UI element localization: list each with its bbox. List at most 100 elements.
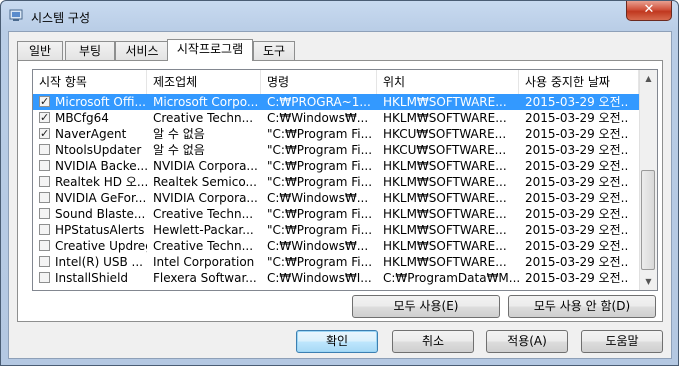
cell-location: HKLM₩SOFTWARE...	[383, 95, 507, 109]
cell-location: HKLM₩SOFTWARE...	[383, 191, 507, 205]
cell-command: C:₩Windows₩...	[267, 111, 369, 125]
cell-manufacturer: 알 수 없음	[153, 127, 205, 141]
cell-startup-item: NVIDIA Backe...	[55, 159, 147, 173]
table-row[interactable]: Microsoft Offi... Microsoft Corpo... C:₩PR…	[33, 94, 639, 110]
cell-startup-item: HPStatusAlerts	[55, 223, 145, 237]
cell-date-disabled: 2015-03-29 오전...	[525, 223, 629, 237]
tab-general[interactable]: 일반	[17, 41, 63, 60]
column-header-location[interactable]: 위치	[377, 70, 519, 94]
cell-location: HKLM₩SOFTWARE...	[383, 223, 507, 237]
tab-startup[interactable]: 시작프로그램	[167, 39, 253, 61]
cell-startup-item: Creative Updreg	[55, 239, 147, 253]
column-header-command[interactable]: 명령	[261, 70, 377, 94]
row-checkbox[interactable]	[39, 94, 50, 110]
row-checkbox[interactable]	[39, 160, 50, 171]
cell-location: HKLM₩SOFTWARE...	[383, 255, 507, 269]
tab-services[interactable]: 서비스	[115, 41, 169, 60]
cell-manufacturer: Intel Corporation	[153, 255, 255, 269]
table-row[interactable]: InstallShield Flexera Softwar... C:₩Window…	[33, 270, 639, 286]
cell-startup-item: NVIDIA GeFor...	[55, 191, 147, 205]
column-header-startup-item[interactable]: 시작 항목	[33, 70, 147, 94]
msconfig-app-icon	[9, 9, 23, 21]
table-row[interactable]: NtoolsUpdater 알 수 없음 "C:₩Program Fi... HKCU…	[33, 142, 639, 158]
table-row[interactable]: NVIDIA Backe... NVIDIA Corpora... "C:₩Prog…	[33, 158, 639, 174]
table-row[interactable]: MBCfg64 Creative Techn... C:₩Windows₩... HK…	[33, 110, 639, 126]
cell-manufacturer: NVIDIA Corpora...	[153, 191, 258, 205]
column-header-manufacturer[interactable]: 제조업체	[147, 70, 261, 94]
table-row[interactable]: NaverAgent 알 수 없음 "C:₩Program Fi... HKCU₩SO…	[33, 126, 639, 142]
tab-tools[interactable]: 도구	[253, 41, 295, 60]
cell-manufacturer: Realtek Semico...	[153, 175, 257, 189]
cancel-button[interactable]: 취소	[392, 330, 474, 353]
row-checkbox[interactable]	[39, 256, 50, 267]
cell-command: "C:₩Program Fi...	[267, 159, 373, 173]
row-checkbox[interactable]	[39, 240, 50, 251]
cell-date-disabled: 2015-03-29 오전...	[525, 127, 629, 141]
disable-all-button[interactable]: 모두 사용 안 함(D)	[508, 295, 656, 318]
row-checkbox[interactable]	[39, 144, 50, 155]
cell-manufacturer: Microsoft Corpo...	[153, 95, 259, 109]
row-checkbox[interactable]	[39, 208, 50, 219]
column-header-date-disabled[interactable]: 사용 중지한 날짜	[519, 70, 639, 94]
cell-date-disabled: 2015-03-29 오전...	[525, 175, 629, 189]
scroll-down-icon[interactable]: ▼	[640, 273, 657, 290]
vertical-scrollbar[interactable]: ▲ ▼	[639, 70, 657, 290]
row-checkbox[interactable]	[39, 272, 50, 283]
table-row[interactable]: Realtek HD 오... Realtek Semico... "C:₩Prog…	[33, 174, 639, 190]
table-row[interactable]: Creative Updreg Creative Techn... C:₩Windo…	[33, 238, 639, 254]
cell-date-disabled: 2015-03-29 오전...	[525, 159, 629, 173]
cell-startup-item: InstallShield	[55, 271, 129, 285]
cell-command: C:₩Windows₩...	[267, 191, 369, 205]
row-checkbox[interactable]	[39, 192, 50, 203]
window-title: 시스템 구성	[31, 11, 91, 25]
dialog-client-area: 일반 부팅 서비스 시작프로그램 도구 시작 항목 제조업체 명령 위치 사용 …	[8, 31, 672, 359]
cell-command: "C:₩Program Fi...	[267, 223, 373, 237]
row-checkbox[interactable]	[39, 110, 50, 126]
cell-manufacturer: Hewlett-Packar...	[153, 223, 254, 237]
cell-startup-item: MBCfg64	[55, 111, 109, 125]
cell-location: HKLM₩SOFTWARE...	[383, 239, 507, 253]
table-row[interactable]: NVIDIA GeFor... NVIDIA Corpora... C:₩Windo…	[33, 190, 639, 206]
startup-items-list[interactable]: 시작 항목 제조업체 명령 위치 사용 중지한 날짜 Microsoft Off…	[32, 69, 658, 291]
cell-command: C:₩Windows₩...	[267, 239, 369, 253]
cell-location: HKCU₩SOFTWARE...	[383, 143, 507, 157]
table-row[interactable]: HPStatusAlerts Hewlett-Packar... "C:₩Progr…	[33, 222, 639, 238]
cell-startup-item: Microsoft Offi...	[55, 95, 146, 109]
cell-date-disabled: 2015-03-29 오전...	[525, 191, 629, 205]
cell-location: HKCU₩SOFTWARE...	[383, 127, 507, 141]
scroll-thumb[interactable]	[641, 170, 655, 270]
help-button[interactable]: 도움말	[581, 330, 663, 353]
cell-date-disabled: 2015-03-29 오전...	[525, 207, 629, 221]
cell-command: C:₩PROGRA~1...	[267, 95, 371, 109]
scroll-up-icon[interactable]: ▲	[640, 70, 657, 87]
enable-all-button[interactable]: 모두 사용(E)	[352, 295, 500, 318]
cell-date-disabled: 2015-03-29 오전...	[525, 255, 629, 269]
title-bar[interactable]: 시스템 구성 ✕	[1, 1, 678, 31]
cell-location: HKLM₩SOFTWARE...	[383, 111, 507, 125]
startup-tab-panel: 시작 항목 제조업체 명령 위치 사용 중지한 날짜 Microsoft Off…	[17, 60, 663, 322]
apply-button[interactable]: 적용(A)	[486, 330, 568, 353]
system-configuration-window: 시스템 구성 ✕ 일반 부팅 서비스 시작프로그램 도구 시작 항목 제조업체 …	[0, 0, 679, 366]
cell-command: "C:₩Program Fi...	[267, 127, 373, 141]
cell-startup-item: Sound Blaste...	[55, 207, 146, 221]
cell-manufacturer: Creative Techn...	[153, 207, 254, 221]
cell-manufacturer: Creative Techn...	[153, 239, 254, 253]
table-row[interactable]: Sound Blaste... Creative Techn... "C:₩Prog…	[33, 206, 639, 222]
tab-boot[interactable]: 부팅	[65, 41, 115, 60]
row-checkbox[interactable]	[39, 126, 50, 142]
close-button[interactable]: ✕	[626, 1, 672, 21]
cell-command: "C:₩Program Fi...	[267, 143, 373, 157]
cell-startup-item: Intel(R) USB ...	[55, 255, 143, 269]
cell-command: "C:₩Program Fi...	[267, 255, 373, 269]
row-checkbox[interactable]	[39, 224, 50, 235]
cell-location: HKLM₩SOFTWARE...	[383, 207, 507, 221]
ok-button[interactable]: 확인	[296, 330, 378, 353]
cell-date-disabled: 2015-03-29 오전...	[525, 239, 629, 253]
row-checkbox[interactable]	[39, 176, 50, 187]
table-row[interactable]: Intel(R) USB ... Intel Corporation "C:₩Pro…	[33, 254, 639, 270]
cell-startup-item: NaverAgent	[55, 127, 127, 141]
list-rows: Microsoft Offi... Microsoft Corpo... C:₩PR…	[33, 94, 639, 286]
cell-date-disabled: 2015-03-29 오전...	[525, 95, 629, 109]
cell-manufacturer: NVIDIA Corpora...	[153, 159, 258, 173]
cell-manufacturer: 알 수 없음	[153, 143, 205, 157]
